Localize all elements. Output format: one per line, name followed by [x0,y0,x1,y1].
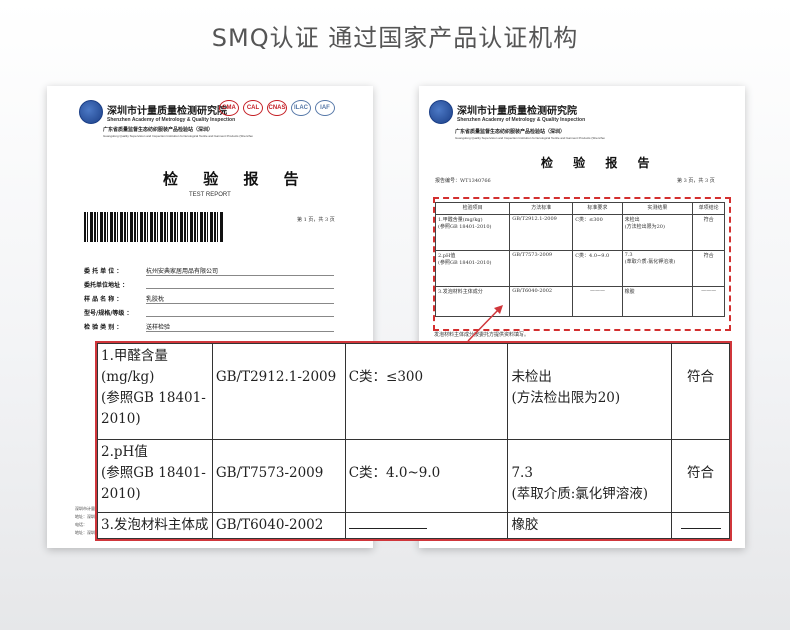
conclusion: 符合 [687,464,714,481]
requirement: C类：≤300 [348,369,424,385]
conclusion-dash [680,528,721,529]
result-value: 橡胶 [511,517,539,533]
conclusion: 符合 [687,369,714,385]
conclusion-cell: 符合 [671,438,730,514]
requirement-cell [344,512,509,539]
item-cell: 2.pH值 (参照GB 18401- 2010) [97,438,213,514]
method-cell: GB/T2912.1-2009 [211,343,346,440]
item-reference-cont: 2010) [101,411,141,427]
item-cell: 3.发泡材料主体成 [97,512,213,539]
result-value: 未检出 [511,369,552,385]
item-reference-cont: 2010) [101,485,141,502]
zoomed-results-table: 1.甲醛含量(mg/kg) (参照GB 18401- 2010) GB/T291… [95,341,732,541]
result-note: (方法检出限为20) [511,390,621,406]
table-row: 2.pH值 (参照GB 18401- 2010) GB/T7573-2009 C… [97,438,730,514]
item-name: 1.甲醛含量(mg/kg) [101,348,168,385]
item-reference: (参照GB 18401- [101,464,206,481]
conclusion-cell [671,512,730,539]
item-cell: 1.甲醛含量(mg/kg) (参照GB 18401- 2010) [97,343,213,440]
result-cell: 7.3 (萃取介质:氯化钾溶液) [507,438,672,514]
result-cell: 橡胶 [507,512,672,539]
requirement-dash [348,528,427,529]
table-row: 3.发泡材料主体成 GB/T6040-2002 橡胶 [97,512,730,539]
table-row: 1.甲醛含量(mg/kg) (参照GB 18401- 2010) GB/T291… [97,343,730,440]
item-name: 2.pH值 [101,443,148,460]
method-standard: GB/T6040-2002 [215,517,324,533]
result-value: 7.3 [511,464,533,481]
method-cell: GB/T6040-2002 [211,512,346,539]
requirement-cell: C类：4.0~9.0 [344,438,509,514]
result-cell: 未检出 (方法检出限为20) [507,343,672,440]
item-name: 3.发泡材料主体成 [101,517,209,533]
result-note: (萃取介质:氯化钾溶液) [511,485,649,502]
item-reference: (参照GB 18401- [101,390,206,406]
conclusion-cell: 符合 [671,343,730,440]
requirement: C类：4.0~9.0 [348,464,441,481]
method-cell: GB/T7573-2009 [211,438,346,514]
requirement-cell: C类：≤300 [344,343,509,440]
method-standard: GB/T2912.1-2009 [215,369,337,385]
method-standard: GB/T7573-2009 [215,464,324,481]
